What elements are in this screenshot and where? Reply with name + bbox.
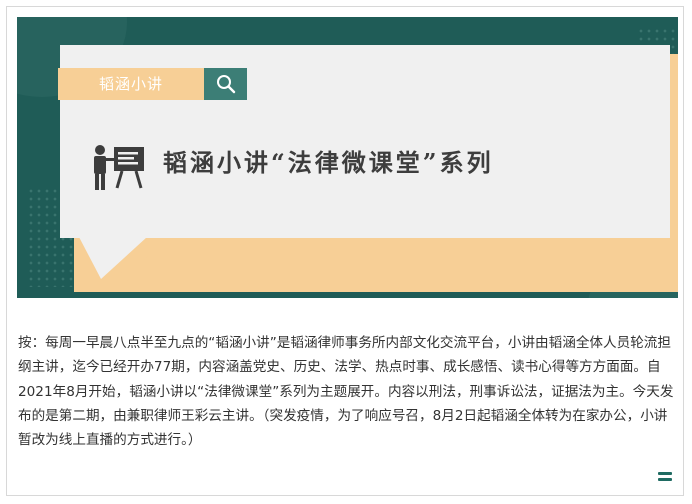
article-intro-text: 按：每周一早晨八点半至九点的“韬涵小讲”是韬涵律师事务所内部文化交流平台，小讲由… (18, 335, 674, 449)
menu-line (658, 472, 672, 475)
search-label-box: 韬涵小讲 (58, 68, 204, 100)
search-icon (216, 75, 235, 94)
hamburger-menu-icon[interactable] (658, 472, 672, 484)
speech-tail (79, 237, 147, 279)
presenter-board-icon (94, 145, 144, 190)
search-button (204, 68, 247, 100)
banner-title: 韬涵小讲“法律微课堂”系列 (163, 148, 494, 177)
menu-line (658, 478, 672, 481)
